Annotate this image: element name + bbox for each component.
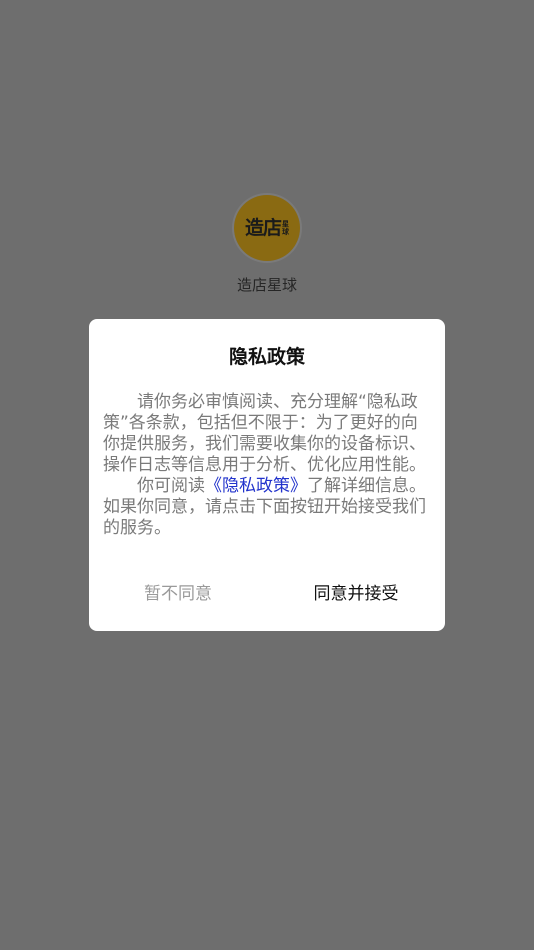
logo-small-bottom: 球 [282,228,289,236]
logo-small-top: 星 [282,220,289,228]
logo-small-text: 星 球 [282,220,289,236]
logo-text: 造店 [244,216,282,239]
dialog-paragraph-2: 你可阅读《隐私政策》了解详细信息。如果你同意，请点击下面按钮开始接受我们的服务。 [103,476,433,539]
dialog-body: 请你务必审慎阅读、充分理解“隐私政策”各条款，包括但不限于：为了更好的向你提供服… [103,392,433,539]
logo-mark: 造店 星 球 [244,216,289,239]
dialog-paragraph-1: 请你务必审慎阅读、充分理解“隐私政策”各条款，包括但不限于：为了更好的向你提供服… [103,392,426,475]
app-logo: 造店 星 球 [234,195,300,261]
app-name: 造店星球 [236,276,297,294]
decline-button[interactable]: 暂不同意 [89,579,267,609]
splash-screen: 造店 星 球 造店星球 隐私政策 请你务必审慎阅读、充分理解“隐私政策”各条款，… [0,0,534,950]
privacy-dialog: 隐私政策 请你务必审慎阅读、充分理解“隐私政策”各条款，包括但不限于：为了更好的… [89,319,445,631]
dialog-title: 隐私政策 [228,346,305,368]
dialog-actions: 暂不同意 同意并接受 [89,579,445,609]
privacy-policy-link[interactable]: 《隐私政策》 [205,476,307,496]
paragraph-2-prefix: 你可阅读 [137,476,205,496]
accept-button[interactable]: 同意并接受 [267,579,445,609]
